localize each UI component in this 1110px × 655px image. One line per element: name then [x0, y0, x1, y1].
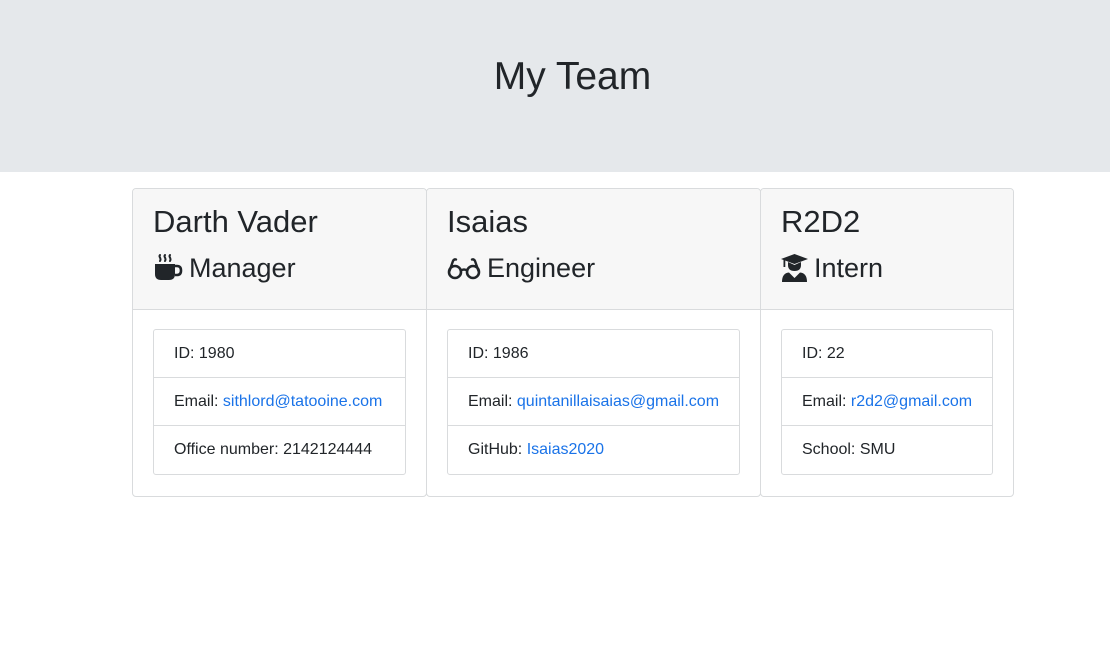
- detail-label: Email:: [174, 393, 223, 410]
- detail-id: ID: 1986: [448, 330, 739, 378]
- detail-value: 22: [826, 345, 845, 362]
- detail-list: ID: 1980 Email: sithlord@tatooine.com Of…: [153, 329, 406, 475]
- detail-school: School: SMU: [782, 426, 992, 474]
- detail-label: Email:: [468, 393, 517, 410]
- detail-label: ID:: [174, 345, 199, 362]
- employee-role-label: Intern: [814, 253, 884, 283]
- detail-email: Email: r2d2@gmail.com: [782, 378, 992, 426]
- email-link[interactable]: quintanillaisaias@gmail.com: [517, 393, 719, 410]
- detail-list: ID: 22 Email: r2d2@gmail.com School: SMU: [781, 329, 993, 475]
- coffee-icon: [153, 253, 183, 283]
- glasses-icon: [447, 253, 481, 283]
- detail-office: Office number: 2142124444: [154, 426, 405, 474]
- graduate-icon: [781, 253, 808, 283]
- employee-card-intern: R2D2 Intern ID: 22 Email: r2d2@gmail.com…: [760, 188, 1014, 497]
- detail-label: School:: [802, 441, 860, 458]
- detail-id: ID: 22: [782, 330, 992, 378]
- email-link[interactable]: sithlord@tatooine.com: [223, 393, 382, 410]
- employee-role: Engineer: [447, 250, 595, 286]
- employee-card-engineer: Isaias Engineer ID: 1986 Email: quintani…: [426, 188, 761, 497]
- detail-label: ID:: [468, 345, 493, 362]
- detail-value: 1980: [198, 345, 235, 362]
- github-link[interactable]: Isaias2020: [527, 441, 604, 458]
- detail-label: GitHub:: [468, 441, 527, 458]
- employee-role: Intern: [781, 250, 883, 286]
- employee-name: Isaias: [447, 204, 528, 239]
- employee-role: Manager: [153, 250, 296, 286]
- detail-value: 1986: [492, 345, 529, 362]
- detail-label: ID:: [802, 345, 827, 362]
- card-header: R2D2 Intern: [761, 189, 1013, 310]
- page-title: My Team: [493, 55, 652, 98]
- detail-github: GitHub: Isaias2020: [448, 426, 739, 474]
- employee-name: R2D2: [781, 204, 861, 239]
- email-link[interactable]: r2d2@gmail.com: [851, 393, 972, 410]
- employee-role-label: Engineer: [487, 253, 596, 283]
- detail-value: 2142124444: [283, 441, 373, 458]
- employee-card-manager: Darth Vader Manager ID: 1980 Email: sith…: [132, 188, 427, 497]
- card-header: Isaias Engineer: [427, 189, 760, 310]
- card-header: Darth Vader Manager: [133, 189, 426, 310]
- jumbotron-header: My Team: [0, 0, 1110, 172]
- detail-value: SMU: [859, 441, 896, 458]
- detail-email: Email: quintanillaisaias@gmail.com: [448, 378, 739, 426]
- detail-label: Office number:: [174, 441, 284, 458]
- detail-email: Email: sithlord@tatooine.com: [154, 378, 405, 426]
- detail-label: Email:: [802, 393, 851, 410]
- detail-list: ID: 1986 Email: quintanillaisaias@gmail.…: [447, 329, 740, 475]
- detail-id: ID: 1980: [154, 330, 405, 378]
- employee-name: Darth Vader: [153, 204, 318, 239]
- employee-role-label: Manager: [189, 253, 296, 283]
